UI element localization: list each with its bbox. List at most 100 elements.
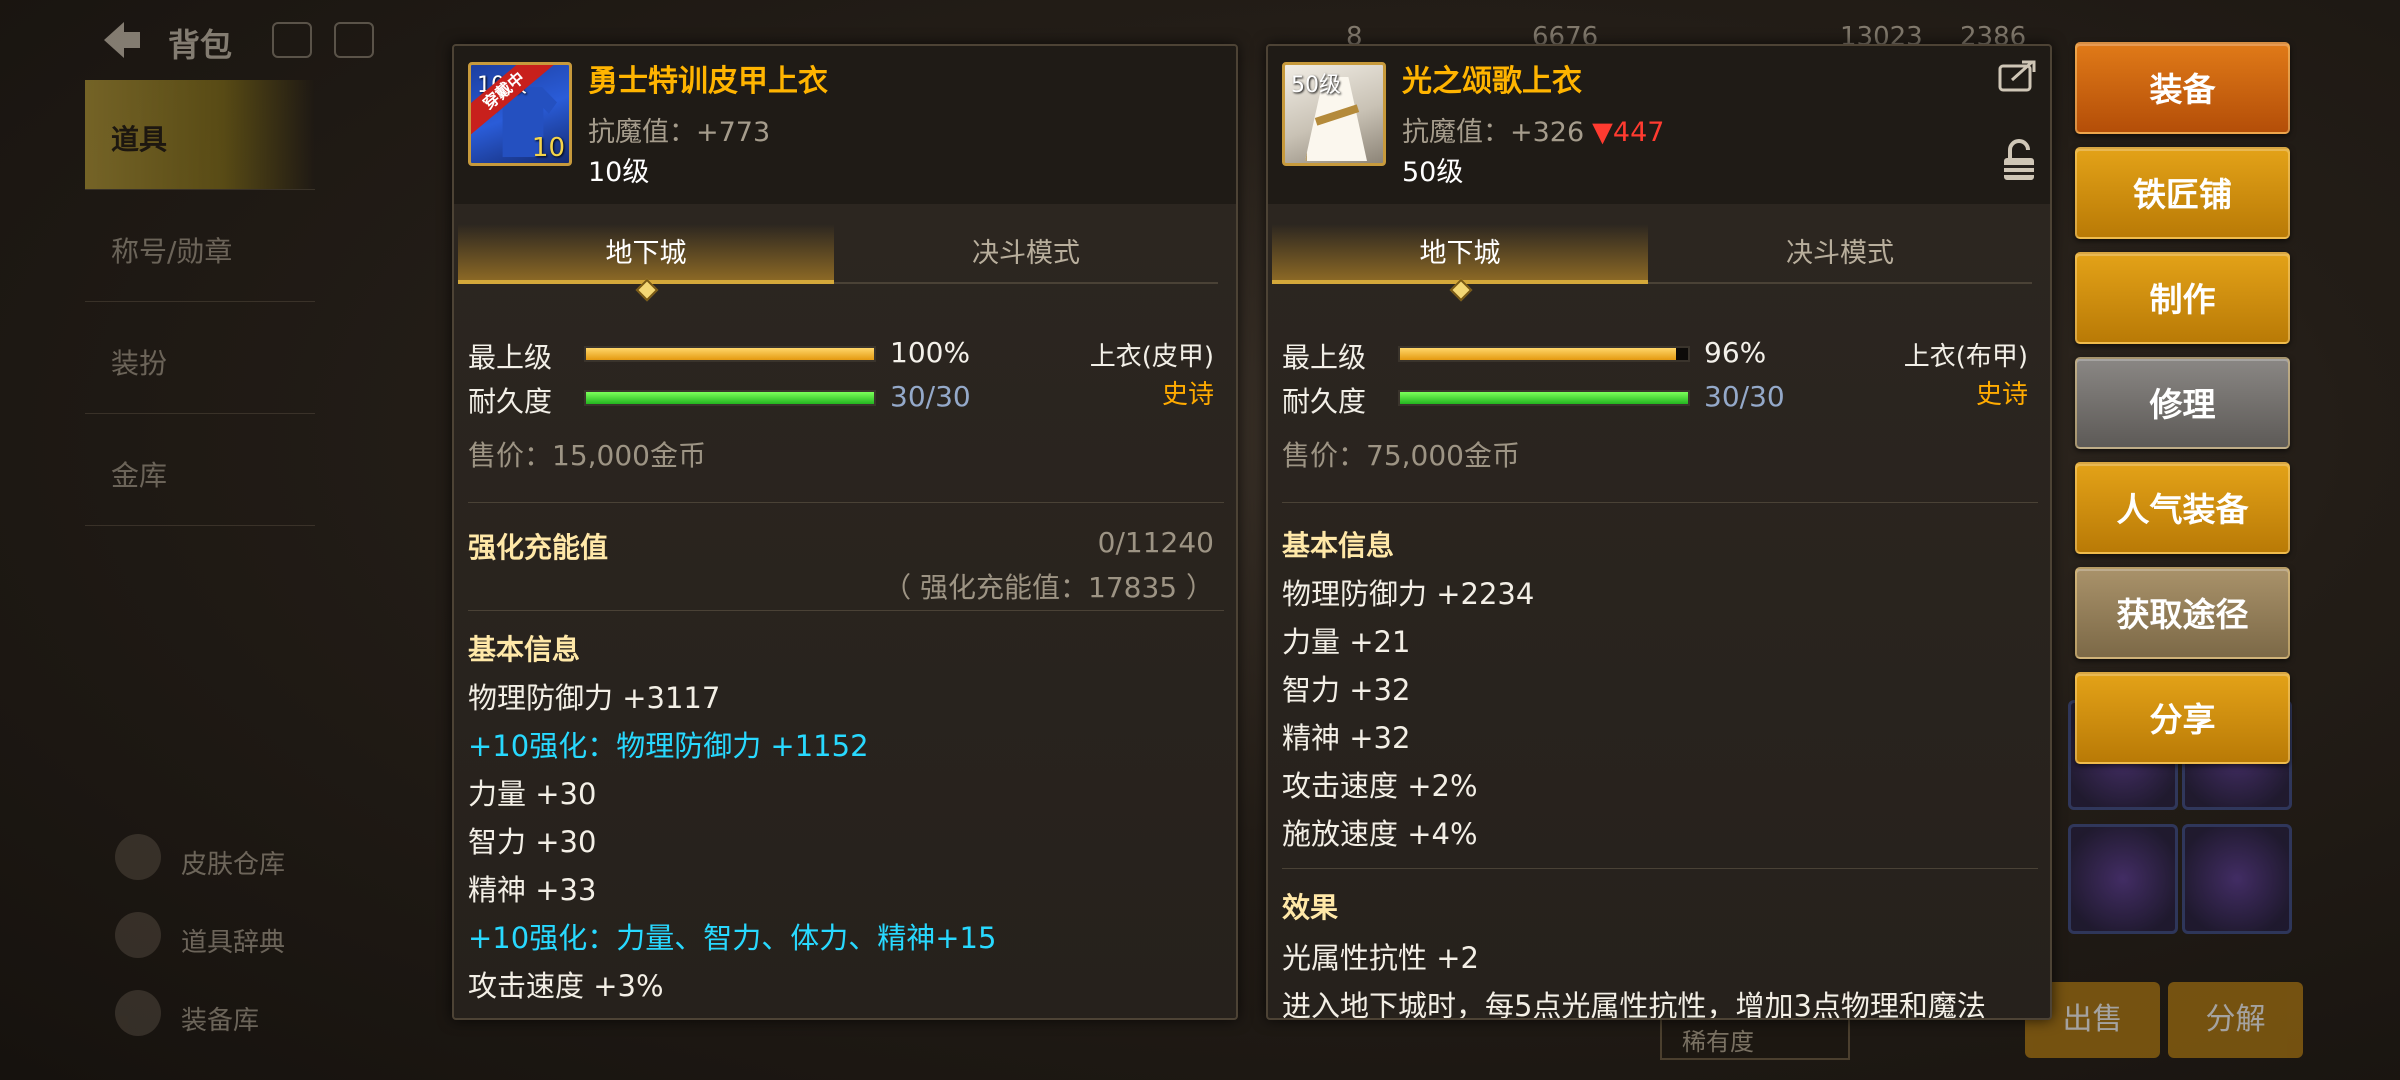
sidebar-item-label: 道具	[111, 123, 168, 156]
sidebar-item-items[interactable]: 道具	[85, 80, 315, 190]
dictionary-icon	[115, 912, 161, 958]
durability-value: 30/30	[890, 380, 971, 413]
divider	[1282, 868, 2038, 869]
rarity-label: 史诗	[1975, 380, 2028, 410]
sidebar-item-label: 金库	[111, 459, 168, 492]
popular-gear-button[interactable]: 人气装备	[2075, 462, 2290, 554]
item-icon-level: 50级	[1291, 73, 1341, 98]
divider	[468, 610, 1224, 611]
disassemble-button[interactable]: 分解	[2168, 982, 2303, 1058]
basic-info-title: 基本信息	[468, 633, 581, 666]
source-button[interactable]: 获取途径	[2075, 567, 2290, 659]
divider	[1282, 502, 2038, 503]
equipment-slot-type: 上衣(皮甲)	[1089, 342, 1214, 372]
sell-price: 售价：15,000金币	[468, 439, 706, 472]
stat-list: 物理防御力 +2234 力量 +21 智力 +32 精神 +32 攻击速度 +2…	[1282, 570, 1534, 858]
basic-info-title: 基本信息	[1282, 529, 1395, 562]
equip-button[interactable]: 装备	[2075, 42, 2290, 134]
stat-list: 物理防御力 +3117 +10强化：物理防御力 +1152 力量 +30 智力 …	[468, 674, 996, 1010]
cloth-top-icon: 50级	[1282, 62, 1386, 166]
compare-item-panel: 50级 光之颂歌上衣 抗魔值：+326 ▼447 50级 地下城 决斗模式 最上级…	[1266, 44, 2052, 1020]
charge-title: 强化充能值	[468, 531, 609, 564]
inventory-slot[interactable]	[2182, 824, 2292, 934]
durability-label: 耐久度	[1282, 385, 1367, 418]
effect-list: 光属性抗性 +2 进入地下城时，每5点光属性抗性，增加3点物理和魔法	[1282, 934, 1986, 1020]
durability-bar	[1398, 390, 1690, 406]
effect-line: 光属性抗性 +2	[1282, 941, 1479, 975]
effect-title: 效果	[1282, 891, 1339, 924]
item-level: 10级	[588, 157, 650, 188]
item-header: 50级 光之颂歌上衣 抗魔值：+326 ▼447 50级	[1268, 46, 2050, 204]
inventory-slot[interactable]	[2068, 824, 2178, 934]
tab-dungeon[interactable]: 地下城	[458, 224, 834, 284]
item-dictionary-label: 道具辞典	[181, 928, 286, 958]
equipment-library-label: 装备库	[181, 1006, 260, 1036]
enhance-level: 10	[531, 133, 565, 163]
grade-bar	[1398, 346, 1690, 362]
mode-tabs: 地下城 决斗模式	[458, 224, 1218, 302]
skin-storage-button[interactable]: 皮肤仓库	[115, 828, 315, 888]
item-name: 勇士特训皮甲上衣	[588, 64, 828, 99]
sidebar-item-label: 称号/勋章	[111, 235, 233, 268]
grade-bar-fill	[1400, 348, 1677, 360]
durability-value: 30/30	[1704, 380, 1785, 413]
tab-dungeon[interactable]: 地下城	[1272, 224, 1648, 284]
stat-line: 物理防御力 +2234	[1282, 577, 1535, 611]
back-arrow-icon[interactable]	[100, 18, 144, 62]
grade-value: 100%	[890, 336, 971, 369]
repair-button[interactable]: 修理	[2075, 357, 2290, 449]
effect-line: 进入地下城时，每5点光属性抗性，增加3点物理和魔法	[1282, 989, 1986, 1020]
skin-storage-icon	[115, 834, 161, 880]
tab-pvp[interactable]: 决斗模式	[1652, 224, 2028, 284]
rarity-label: 史诗	[1161, 380, 1214, 410]
sidebar-item-avatar[interactable]: 装扮	[85, 304, 315, 414]
durability-bar-fill	[1400, 392, 1688, 404]
lock-icon[interactable]	[2002, 138, 2036, 182]
inventory-sidebar: 道具 称号/勋章 装扮 金库 皮肤仓库 道具辞典 装备库	[85, 80, 315, 1080]
sell-price: 售价：75,000金币	[1282, 439, 1520, 472]
antimagic-diff: ▼447	[1592, 117, 1665, 148]
item-header: 10级 穿戴中 10 勇士特训皮甲上衣 抗魔值：+773 10级	[454, 46, 1236, 204]
inventory-title: 背包	[168, 26, 233, 64]
equipped-item-panel: 10级 穿戴中 10 勇士特训皮甲上衣 抗魔值：+773 10级 地下城 决斗模…	[452, 44, 1238, 1020]
sidebar-item-vault[interactable]: 金库	[85, 416, 315, 526]
equipment-library-icon	[115, 990, 161, 1036]
stat-line: 攻击速度 +2%	[1282, 769, 1478, 803]
grade-value: 96%	[1704, 336, 1767, 369]
tshirt-icon[interactable]	[334, 22, 374, 58]
durability-bar	[584, 390, 876, 406]
leather-top-icon: 10级 穿戴中 10	[468, 62, 572, 166]
craft-button[interactable]: 制作	[2075, 252, 2290, 344]
item-name: 光之颂歌上衣	[1402, 64, 1582, 99]
equipment-slot-type: 上衣(布甲)	[1903, 342, 2028, 372]
durability-bar-fill	[586, 392, 874, 404]
sidebar-item-label: 装扮	[111, 347, 168, 380]
mode-tabs: 地下城 决斗模式	[1272, 224, 2032, 302]
share-button[interactable]: 分享	[2075, 672, 2290, 764]
eye-icon[interactable]	[272, 22, 312, 58]
stat-line: 攻击速度 +3%	[468, 969, 664, 1003]
antimagic-value: 抗魔值：+326 ▼447	[1402, 110, 1664, 149]
stat-line: 智力 +30	[468, 825, 597, 859]
charge-note: （ 强化充能值：17835 ）	[883, 571, 1214, 604]
stat-line: 物理防御力 +3117	[468, 681, 721, 715]
stat-line: 精神 +32	[1282, 721, 1411, 755]
tab-pvp[interactable]: 决斗模式	[838, 224, 1214, 284]
enhance-stat-line: +10强化：力量、智力、体力、精神+15	[468, 921, 997, 955]
grade-label: 最上级	[468, 341, 553, 374]
stat-line: 施放速度 +4%	[1282, 817, 1478, 851]
durability-label: 耐久度	[468, 385, 553, 418]
skin-storage-label: 皮肤仓库	[181, 850, 286, 880]
blacksmith-button[interactable]: 铁匠铺	[2075, 147, 2290, 239]
item-level: 50级	[1402, 157, 1464, 188]
enhance-stat-line: +10强化：物理防御力 +1152	[468, 729, 869, 763]
item-dictionary-button[interactable]: 道具辞典	[115, 906, 315, 966]
stat-line: 力量 +21	[1282, 625, 1411, 659]
share-icon[interactable]	[1998, 58, 2038, 92]
stat-line: 力量 +30	[468, 777, 597, 811]
equipment-library-button[interactable]: 装备库	[115, 984, 315, 1044]
divider	[468, 502, 1224, 503]
antimagic-value: 抗魔值：+773	[588, 117, 771, 148]
stat-line: 智力 +32	[1282, 673, 1411, 707]
sidebar-item-titles[interactable]: 称号/勋章	[85, 192, 315, 302]
